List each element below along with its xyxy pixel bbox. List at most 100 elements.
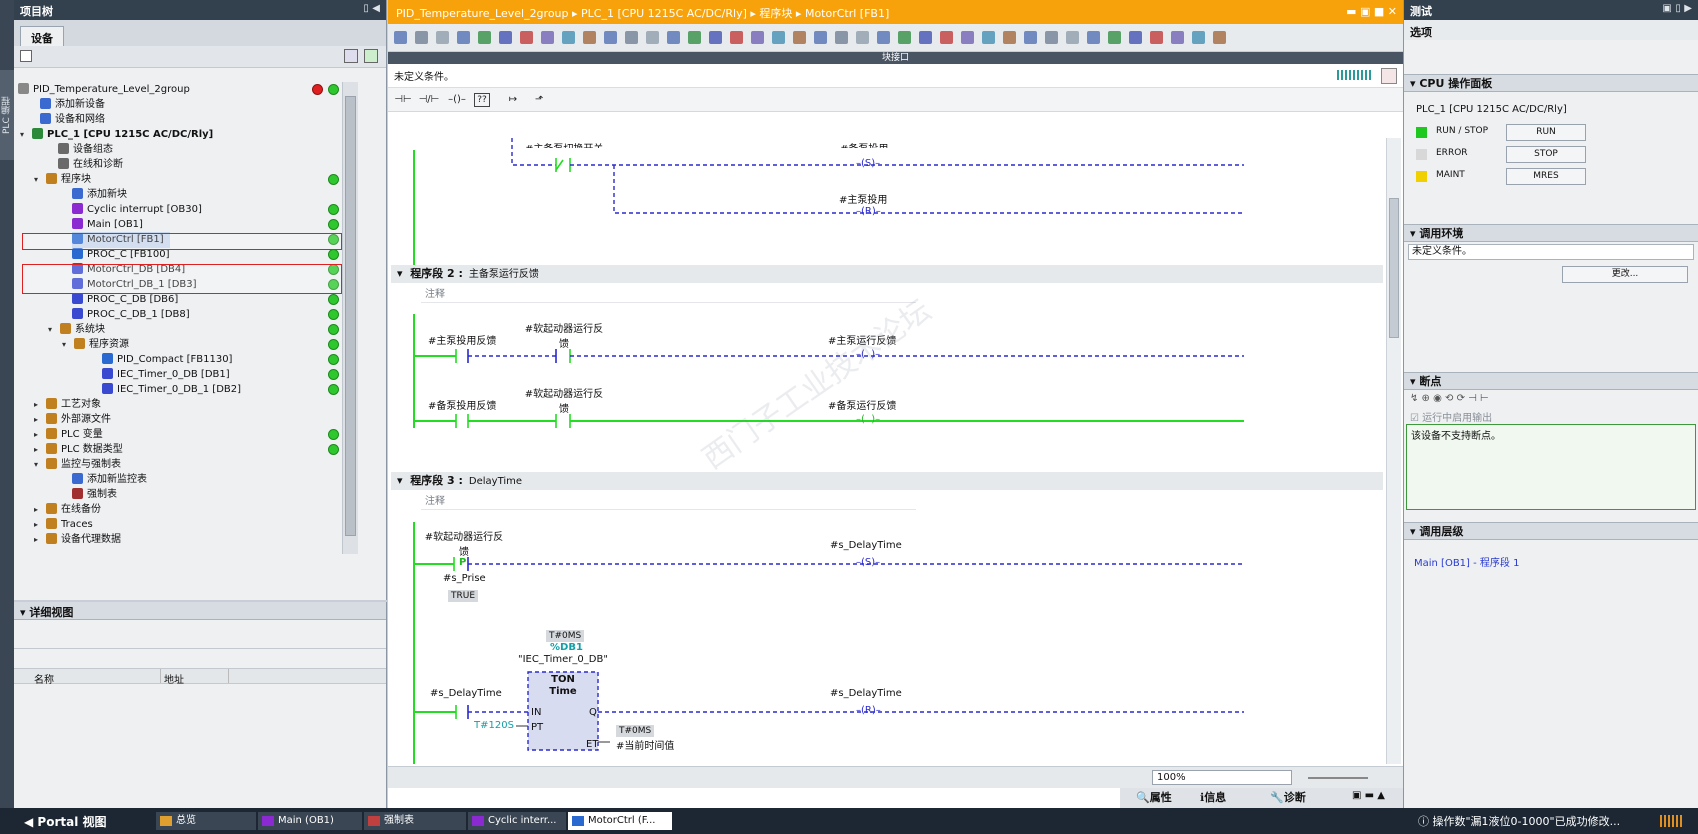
tree-item[interactable]: PLC_1 [CPU 1215C AC/DC/Rly]	[32, 127, 213, 143]
tree-item[interactable]: Main [OB1]	[72, 217, 143, 233]
col-name[interactable]: 名称	[34, 671, 54, 686]
collapse-icon[interactable]: ▯ ◀	[363, 3, 380, 14]
toolbar-tool-icon[interactable]	[751, 31, 764, 44]
tree-item[interactable]: 强制表	[72, 487, 117, 503]
tree-item[interactable]: 添加新设备	[40, 97, 105, 113]
expand-toggle-icon[interactable]: ▸	[34, 517, 38, 533]
breadcrumb-block[interactable]: MotorCtrl [FB1]	[805, 7, 889, 20]
tree-item[interactable]: 设备和网络	[40, 112, 105, 128]
coil-label[interactable]: #s_DelayTime	[830, 540, 902, 551]
call-env-title[interactable]: ▾ 调用环境	[1404, 224, 1698, 242]
table-icon[interactable]	[364, 49, 378, 63]
toolbar-tool-icon[interactable]	[1087, 31, 1100, 44]
tree-item[interactable]: 外部源文件	[46, 412, 111, 428]
toolbar-tool-icon[interactable]	[583, 31, 596, 44]
call-hierarchy-title[interactable]: ▾ 调用层级	[1404, 522, 1698, 540]
toolbar-tool-icon[interactable]	[646, 31, 659, 44]
contact-label[interactable]: #软起动器运行反馈	[420, 528, 508, 558]
expand-toggle-icon[interactable]: ▾	[34, 457, 38, 473]
taskbar-task[interactable]: MotorCtrl (F...	[568, 812, 672, 830]
editor-scroll-thumb[interactable]	[1389, 198, 1399, 338]
tree-scrollbar[interactable]	[342, 82, 358, 554]
breakpoints-title[interactable]: ▾ 断点	[1404, 372, 1698, 390]
toolbar-tool-icon[interactable]	[562, 31, 575, 44]
breadcrumb-project[interactable]: PID_Temperature_Level_2group	[396, 7, 569, 20]
contact-label[interactable]: #s_DelayTime	[430, 688, 502, 699]
expand-toggle-icon[interactable]: ▾	[48, 322, 52, 338]
tree-item[interactable]: 添加新监控表	[72, 472, 147, 488]
coil-s[interactable]: –(S)–	[856, 158, 880, 169]
coil-label[interactable]: #备泵运行反馈	[828, 397, 896, 412]
zoom-slider[interactable]	[1308, 777, 1368, 779]
toolbar-tool-icon[interactable]	[667, 31, 680, 44]
breadcrumb-blocks[interactable]: 程序块	[759, 7, 792, 20]
contact-label[interactable]: #主备泵切换开关	[525, 140, 603, 148]
edge-memory-label[interactable]: #s_Prise	[443, 573, 486, 584]
contact-label[interactable]: #软起动器运行反馈	[522, 385, 606, 415]
toolbar-tool-icon[interactable]	[436, 31, 449, 44]
taskbar-task[interactable]: Main (OB1)	[258, 812, 362, 830]
network-2-header[interactable]: ▾ 程序段 2 : 主备泵运行反馈	[391, 265, 1383, 283]
toolbar-tool-icon[interactable]	[1108, 31, 1121, 44]
tab-info[interactable]: ℹ信息	[1200, 790, 1226, 806]
coil-label[interactable]: #s_DelayTime	[830, 688, 902, 699]
toolbar-tool-icon[interactable]	[1150, 31, 1163, 44]
coil-label[interactable]: #主泵运行反馈	[828, 332, 896, 347]
toolbar-tool-icon[interactable]	[898, 31, 911, 44]
expand-toggle-icon[interactable]: ▸	[34, 532, 38, 548]
call-hierarchy-link[interactable]: Main [OB1] - 程序段 1	[1404, 540, 1698, 583]
change-button[interactable]: 更改...	[1562, 266, 1688, 283]
tree-item[interactable]: 设备组态	[58, 142, 113, 158]
expand-toggle-icon[interactable]: ▾	[20, 127, 24, 143]
network-3-comment[interactable]: 注释	[421, 494, 916, 510]
block-interface-bar[interactable]: 块接口	[388, 52, 1403, 64]
toolbar-tool-icon[interactable]	[940, 31, 953, 44]
expand-toggle-icon[interactable]: ▸	[34, 442, 38, 458]
coil-label[interactable]: #主泵投用	[839, 191, 887, 206]
expand-toggle-icon[interactable]: ▸	[34, 397, 38, 413]
expand-toggle-icon[interactable]: ▾	[34, 172, 38, 188]
toolbar-tool-icon[interactable]	[625, 31, 638, 44]
coil-icon[interactable]: –()–	[446, 92, 468, 108]
toolbar-tool-icon[interactable]	[1066, 31, 1079, 44]
cpu-mode-button[interactable]: RUN	[1506, 124, 1586, 141]
tree-item[interactable]: IEC_Timer_0_DB_1 [DB2]	[102, 382, 241, 398]
cpu-panel-title[interactable]: ▾ CPU 操作面板	[1404, 74, 1698, 92]
expand-toggle-icon[interactable]: ▸	[34, 427, 38, 443]
coil-r[interactable]: –(R)–	[856, 206, 881, 217]
toolbar-tool-icon[interactable]	[541, 31, 554, 44]
close-branch-icon[interactable]: ⬏	[528, 92, 550, 108]
breadcrumb-plc[interactable]: PLC_1 [CPU 1215C AC/DC/Rly]	[581, 7, 747, 20]
toolbar-tool-icon[interactable]	[415, 31, 428, 44]
toolbar-tool-icon[interactable]	[394, 31, 407, 44]
zoom-select[interactable]: 100%	[1152, 770, 1292, 785]
toolbar-tool-icon[interactable]	[1192, 31, 1205, 44]
tree-item[interactable]: 添加新块	[72, 187, 127, 203]
tree-item[interactable]: PROC_C_DB_1 [DB8]	[72, 307, 190, 323]
p-contact[interactable]: P	[459, 557, 466, 568]
taskbar-task[interactable]: 强制表	[364, 812, 466, 830]
toolbar-tool-icon[interactable]	[814, 31, 827, 44]
toolbar-tool-icon[interactable]	[688, 31, 701, 44]
contact-label[interactable]: #主泵投用反馈	[428, 332, 496, 347]
tree-item[interactable]: 程序块	[46, 172, 91, 188]
toolbar-tool-icon[interactable]	[877, 31, 890, 44]
toolbar-tool-icon[interactable]	[961, 31, 974, 44]
panel-controls[interactable]: ▣ ▬ ▲	[1352, 790, 1385, 801]
toolbar-tool-icon[interactable]	[604, 31, 617, 44]
panel-controls[interactable]: ▣ ▯ ▶	[1662, 3, 1692, 14]
toolbar-tool-icon[interactable]	[1129, 31, 1142, 44]
coil-r[interactable]: –(R)–	[856, 705, 881, 716]
contact-label[interactable]: #软起动器运行反馈	[522, 320, 606, 350]
taskbar-task[interactable]: Cyclic interr...	[468, 812, 566, 830]
tree-item[interactable]: PLC 变量	[46, 427, 103, 443]
toolbar-tool-icon[interactable]	[1045, 31, 1058, 44]
toolbar-tool-icon[interactable]	[730, 31, 743, 44]
coil-label[interactable]: #备泵投用	[840, 140, 888, 148]
network-2-comment[interactable]: 注释	[421, 287, 916, 303]
tree-item[interactable]: PROC_C_DB [DB6]	[72, 292, 178, 308]
toolbar-tool-icon[interactable]	[709, 31, 722, 44]
window-controls[interactable]: ▬ ▣ ■ ✕	[1346, 5, 1397, 18]
tree-item[interactable]: 在线和诊断	[58, 157, 123, 173]
tree-scroll-thumb[interactable]	[345, 96, 356, 536]
